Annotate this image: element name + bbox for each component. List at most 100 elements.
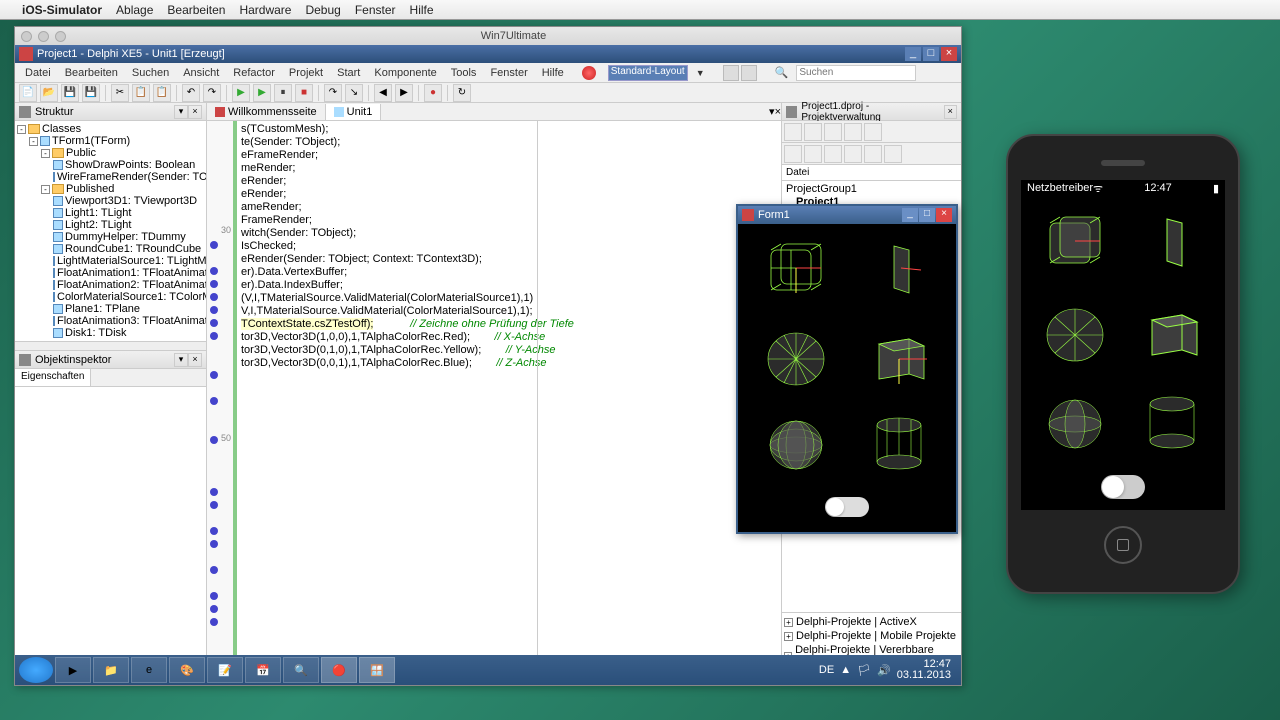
tab-unit1[interactable]: Unit1 (326, 104, 382, 120)
tb-open[interactable]: 📂 (40, 84, 58, 102)
ide-maximize-btn[interactable]: □ (923, 47, 939, 61)
tb-stepover[interactable]: ↷ (324, 84, 342, 102)
tree-node[interactable]: WireFrameRender(Sender: TObj (17, 171, 204, 183)
panel-btn[interactable]: × (944, 105, 957, 119)
menu-debug[interactable]: Debug (305, 3, 340, 17)
tray-flag-icon[interactable]: ▲ (840, 664, 851, 676)
tree-node[interactable]: FloatAnimation1: TFloatAnimatior (17, 267, 204, 279)
menu-fenster[interactable]: Fenster (355, 3, 396, 17)
menu-projekt[interactable]: Projekt (283, 65, 329, 81)
proj-tb[interactable] (844, 145, 862, 163)
taskbar-app[interactable]: 📅 (245, 657, 281, 683)
tb-save[interactable]: 💾 (61, 84, 79, 102)
tray-flag-icon[interactable]: 🏳 (857, 664, 871, 677)
menu-bearbeiten[interactable]: Bearbeiten (167, 3, 225, 17)
form1-titlebar[interactable]: Form1 _ □ × (738, 206, 956, 224)
proj-tb[interactable] (784, 145, 802, 163)
phone-screen[interactable]: Netzbetreiber ᯤ 12:47 ▮ (1021, 180, 1225, 510)
app-name[interactable]: iOS-Simulator (22, 3, 102, 17)
menu-tools[interactable]: Tools (445, 65, 483, 81)
category-item[interactable]: +Delphi-Projekte | Mobile Projekte (784, 629, 959, 643)
home-button[interactable] (1104, 526, 1142, 564)
taskbar-ie[interactable]: e (131, 657, 167, 683)
menu-hilfe[interactable]: Hilfe (410, 3, 434, 17)
taskbar-delphi[interactable]: 🔴 (321, 657, 357, 683)
search-input[interactable] (796, 65, 916, 81)
tb-undo[interactable]: ↶ (182, 84, 200, 102)
tb-run-nodebug[interactable]: ▶ (253, 84, 271, 102)
tb-terminate[interactable]: ● (424, 84, 442, 102)
proj-tb[interactable] (884, 145, 902, 163)
mac-min-btn[interactable] (38, 31, 49, 42)
form-min-btn[interactable]: _ (902, 208, 918, 222)
menu-ablage[interactable]: Ablage (116, 3, 153, 17)
tb-cut[interactable]: ✂ (111, 84, 129, 102)
ios-wireframe-switch[interactable] (1101, 475, 1145, 499)
menu-hilfe[interactable]: Hilfe (536, 65, 570, 81)
panel-btn[interactable]: × (188, 353, 202, 367)
tb-fwd[interactable]: ▶ (395, 84, 413, 102)
proj-tb[interactable] (804, 145, 822, 163)
proj-tb[interactable] (804, 123, 822, 141)
tab-eigenschaften[interactable]: Eigenschaften (15, 369, 91, 386)
tree-node[interactable]: -Public (17, 147, 204, 159)
tray-volume-icon[interactable]: 🔊 (877, 664, 891, 677)
taskbar-app[interactable]: 📝 (207, 657, 243, 683)
tb-refresh[interactable]: ↻ (453, 84, 471, 102)
wireframe-switch[interactable] (825, 497, 869, 517)
tree-node[interactable]: DummyHelper: TDummy (17, 231, 204, 243)
proj-tb[interactable] (864, 145, 882, 163)
ide-minimize-btn[interactable]: _ (905, 47, 921, 61)
tool-icon[interactable] (723, 65, 739, 81)
tree-node[interactable]: Light1: TLight (17, 207, 204, 219)
code-editor[interactable]: 3050 s(TCustomMesh);te(Sender: TObject);… (207, 121, 781, 655)
tb-stop[interactable]: ■ (295, 84, 313, 102)
tree-node[interactable]: -TForm1(TForm) (17, 135, 204, 147)
proj-tb[interactable] (784, 123, 802, 141)
tree-node[interactable]: Plane1: TPlane (17, 303, 204, 315)
ide-close-btn[interactable]: × (941, 47, 957, 61)
tree-node[interactable]: LightMaterialSource1: TLightMate (17, 255, 204, 267)
layout-combo[interactable]: Standard-Layout (608, 65, 688, 81)
menu-komponente[interactable]: Komponente (368, 65, 442, 81)
tb-run[interactable]: ▶ (232, 84, 250, 102)
taskbar-app[interactable]: 🔍 (283, 657, 319, 683)
tb-stepin[interactable]: ↘ (345, 84, 363, 102)
menu-fenster[interactable]: Fenster (484, 65, 533, 81)
form-close-btn[interactable]: × (936, 208, 952, 222)
tb-saveall[interactable]: 💾 (82, 84, 100, 102)
tree-node[interactable]: -Published (17, 183, 204, 195)
struktur-tree[interactable]: -Classes-TForm1(TForm)-PublicShowDrawPoi… (15, 121, 206, 351)
tb-paste[interactable]: 📋 (153, 84, 171, 102)
taskbar-wmp[interactable]: ▶ (55, 657, 91, 683)
tree-node[interactable]: Light2: TLight (17, 219, 204, 231)
phone-viewport[interactable] (1021, 196, 1225, 510)
menu-ansicht[interactable]: Ansicht (177, 65, 225, 81)
tree-node[interactable]: FloatAnimation3: TFloatAnimatior (17, 315, 204, 327)
menu-start[interactable]: Start (331, 65, 366, 81)
mac-close-btn[interactable] (21, 31, 32, 42)
tree-node[interactable]: -Classes (17, 123, 204, 135)
taskbar-form[interactable]: 🪟 (359, 657, 395, 683)
tree-node[interactable]: RoundCube1: TRoundCube (17, 243, 204, 255)
menu-bearbeiten[interactable]: Bearbeiten (59, 65, 124, 81)
tool-icon[interactable] (741, 65, 757, 81)
menu-datei[interactable]: Datei (19, 65, 57, 81)
panel-btn[interactable]: ▾ (174, 353, 188, 367)
tb-pause[interactable]: ⏸ (274, 84, 292, 102)
stop-icon[interactable] (582, 66, 596, 80)
start-button[interactable] (19, 657, 53, 683)
tb-back[interactable]: ◀ (374, 84, 392, 102)
system-tray[interactable]: DE ▲ 🏳 🔊 12:47 03.11.2013 (813, 659, 957, 681)
menu-refactor[interactable]: Refactor (227, 65, 281, 81)
proj-tb[interactable] (824, 123, 842, 141)
menu-suchen[interactable]: Suchen (126, 65, 175, 81)
taskbar-app[interactable]: 🎨 (169, 657, 205, 683)
hscrollbar[interactable] (15, 341, 206, 351)
taskbar-explorer[interactable]: 📁 (93, 657, 129, 683)
proj-tb[interactable] (824, 145, 842, 163)
proj-tb[interactable] (844, 123, 862, 141)
tree-node[interactable]: Viewport3D1: TViewport3D (17, 195, 204, 207)
tree-node[interactable]: ColorMaterialSource1: TColorMat (17, 291, 204, 303)
tb-new[interactable]: 📄 (19, 84, 37, 102)
